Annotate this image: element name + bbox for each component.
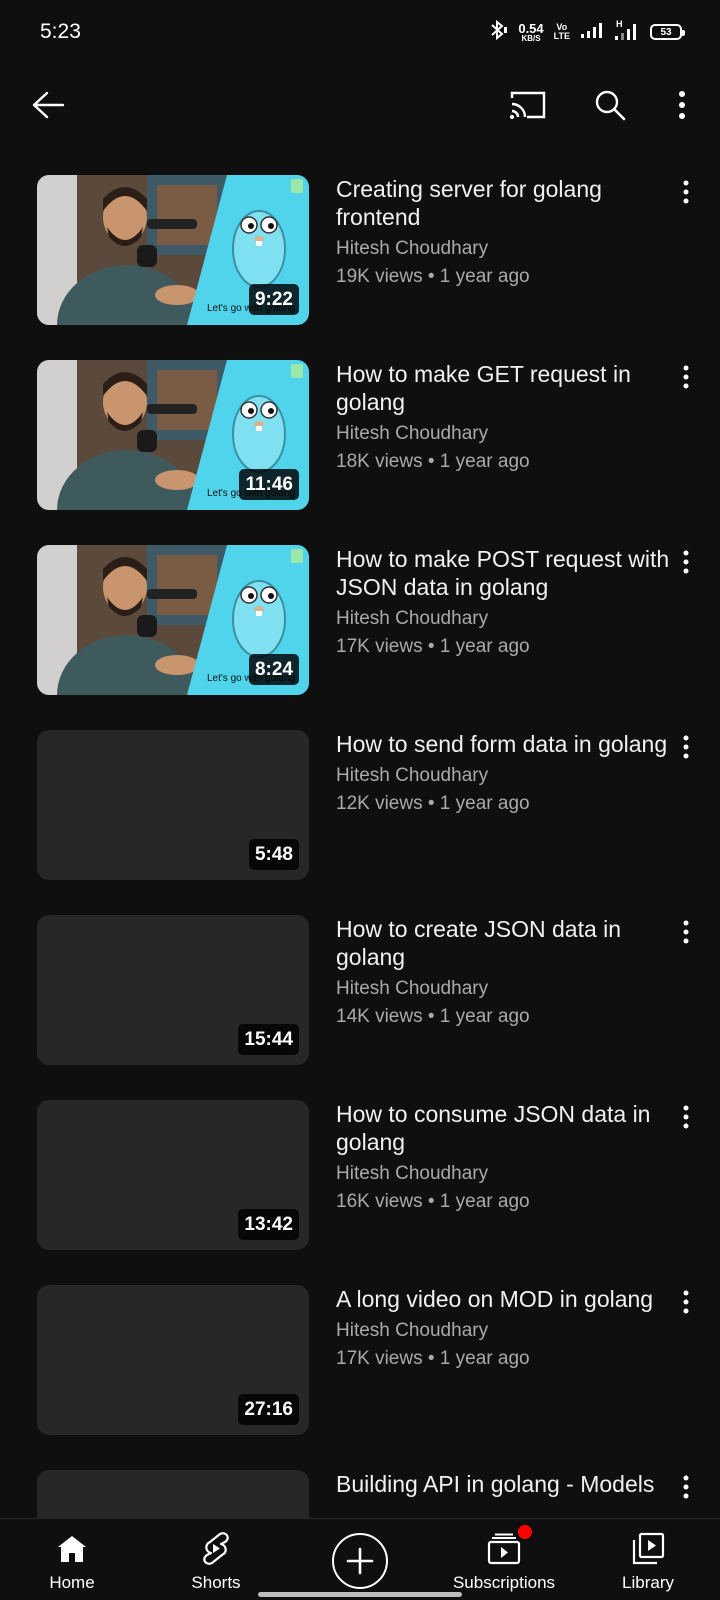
video-title[interactable]: How to make GET request in golang: [336, 360, 676, 416]
video-title[interactable]: How to consume JSON data in golang: [336, 1100, 676, 1156]
create-plus-icon[interactable]: [332, 1533, 388, 1589]
video-item[interactable]: 15:44 How to create JSON data in golang …: [0, 915, 720, 1100]
home-icon: [56, 1531, 88, 1567]
duration-badge: 13:42: [238, 1209, 299, 1240]
bluetooth-icon: [488, 19, 508, 46]
notification-badge: [518, 1525, 532, 1539]
video-thumbnail[interactable]: 15:44: [37, 915, 309, 1065]
svg-text:H: H: [616, 19, 623, 29]
battery-icon: 53: [650, 24, 685, 40]
video-title[interactable]: How to create JSON data in golang: [336, 915, 676, 971]
library-icon: [631, 1531, 665, 1567]
video-meta: How to send form data in golang Hitesh C…: [336, 730, 676, 816]
more-vert-icon[interactable]: [660, 83, 704, 127]
video-stats: 19K views • 1 year ago: [336, 266, 530, 287]
channel-name: Hitesh Choudhary: [336, 238, 489, 259]
gesture-bar: [258, 1592, 462, 1597]
video-stats: 17K views • 1 year ago: [336, 1348, 530, 1369]
duration-badge: 15:44: [238, 1024, 299, 1055]
nav-home[interactable]: Home: [0, 1519, 144, 1600]
video-more-icon[interactable]: [674, 362, 698, 392]
video-stats: 14K views • 1 year ago: [336, 1006, 530, 1027]
bottom-nav: Home Shorts Subscriptions Library: [0, 1518, 720, 1600]
nav-shorts[interactable]: Shorts: [144, 1519, 288, 1600]
video-meta: A long video on MOD in golang Hitesh Cho…: [336, 1285, 676, 1371]
channel-name: Hitesh Choudhary: [336, 608, 489, 629]
channel-name: Hitesh Choudhary: [336, 1320, 489, 1341]
video-item[interactable]: Building API in golang - Models: [0, 1470, 720, 1518]
video-thumbnail[interactable]: [37, 1470, 309, 1518]
video-item[interactable]: Let's go with golang 8:24 How to make PO…: [0, 545, 720, 730]
video-more-icon[interactable]: [674, 1102, 698, 1132]
video-list: Let's go with golang 9:22 Creating serve…: [0, 175, 720, 1518]
video-thumbnail[interactable]: 27:16: [37, 1285, 309, 1435]
video-meta: Creating server for golang frontend Hite…: [336, 175, 676, 289]
video-thumbnail[interactable]: 13:42: [37, 1100, 309, 1250]
video-item[interactable]: Let's go with golang 9:22 Creating serve…: [0, 175, 720, 360]
status-icons: 0.54 KB/S Vo LTE H 53: [488, 18, 685, 46]
video-thumbnail[interactable]: 5:48: [37, 730, 309, 880]
app-bar: [0, 70, 720, 140]
nav-label-home: Home: [49, 1573, 95, 1592]
video-title[interactable]: How to send form data in golang: [336, 730, 676, 758]
nav-label-shorts: Shorts: [191, 1573, 241, 1592]
video-more-icon[interactable]: [674, 1472, 698, 1502]
video-more-icon[interactable]: [674, 547, 698, 577]
nav-library[interactable]: Library: [576, 1519, 720, 1600]
duration-badge: 8:24: [248, 654, 299, 685]
nav-subscriptions[interactable]: Subscriptions: [432, 1519, 576, 1600]
video-stats: 16K views • 1 year ago: [336, 1191, 530, 1212]
status-time: 5:23: [40, 20, 81, 43]
channel-name: Hitesh Choudhary: [336, 765, 489, 786]
video-item[interactable]: Let's go with golang 11:46 How to make G…: [0, 360, 720, 545]
video-meta: How to create JSON data in golang Hitesh…: [336, 915, 676, 1029]
video-title[interactable]: A long video on MOD in golang: [336, 1285, 676, 1313]
video-meta: How to consume JSON data in golang Hites…: [336, 1100, 676, 1214]
video-item[interactable]: 5:48 How to send form data in golang Hit…: [0, 730, 720, 915]
subscriptions-icon: [486, 1525, 532, 1567]
video-stats: 18K views • 1 year ago: [336, 451, 530, 472]
video-item[interactable]: 27:16 A long video on MOD in golang Hite…: [0, 1285, 720, 1470]
video-title[interactable]: How to make POST request with JSON data …: [336, 545, 676, 601]
video-more-icon[interactable]: [674, 917, 698, 947]
video-meta: How to make POST request with JSON data …: [336, 545, 676, 659]
volte-indicator: Vo LTE: [553, 22, 570, 41]
video-item[interactable]: 13:42 How to consume JSON data in golang…: [0, 1100, 720, 1285]
nav-label-library: Library: [622, 1573, 674, 1592]
channel-name: Hitesh Choudhary: [336, 978, 489, 999]
duration-badge: 27:16: [238, 1394, 299, 1425]
status-bar: 5:23 0.54 KB/S Vo LTE H 53: [0, 0, 720, 64]
search-icon[interactable]: [588, 83, 632, 127]
cast-icon[interactable]: [506, 83, 550, 127]
signal-h-icon: H: [614, 19, 640, 46]
channel-name: Hitesh Choudhary: [336, 1163, 489, 1184]
video-meta: How to make GET request in golang Hitesh…: [336, 360, 676, 474]
video-stats: 17K views • 1 year ago: [336, 636, 530, 657]
shorts-icon: [200, 1531, 232, 1567]
video-thumbnail[interactable]: Let's go with golang 11:46: [37, 360, 309, 510]
network-speed: 0.54 KB/S: [518, 20, 544, 43]
video-stats: 12K views • 1 year ago: [336, 793, 530, 814]
duration-badge: 11:46: [239, 469, 299, 500]
video-more-icon[interactable]: [674, 1287, 698, 1317]
channel-name: Hitesh Choudhary: [336, 423, 489, 444]
signal-icon: [580, 21, 604, 44]
video-more-icon[interactable]: [674, 732, 698, 762]
duration-badge: 5:48: [248, 839, 299, 870]
nav-label-subscriptions: Subscriptions: [452, 1573, 556, 1592]
video-title[interactable]: Building API in golang - Models: [336, 1470, 676, 1498]
video-meta: Building API in golang - Models: [336, 1470, 676, 1498]
back-arrow-icon[interactable]: [26, 83, 70, 127]
video-thumbnail[interactable]: Let's go with golang 8:24: [37, 545, 309, 695]
video-title[interactable]: Creating server for golang frontend: [336, 175, 676, 231]
duration-badge: 9:22: [248, 284, 299, 315]
video-more-icon[interactable]: [674, 177, 698, 207]
video-thumbnail[interactable]: Let's go with golang 9:22: [37, 175, 309, 325]
